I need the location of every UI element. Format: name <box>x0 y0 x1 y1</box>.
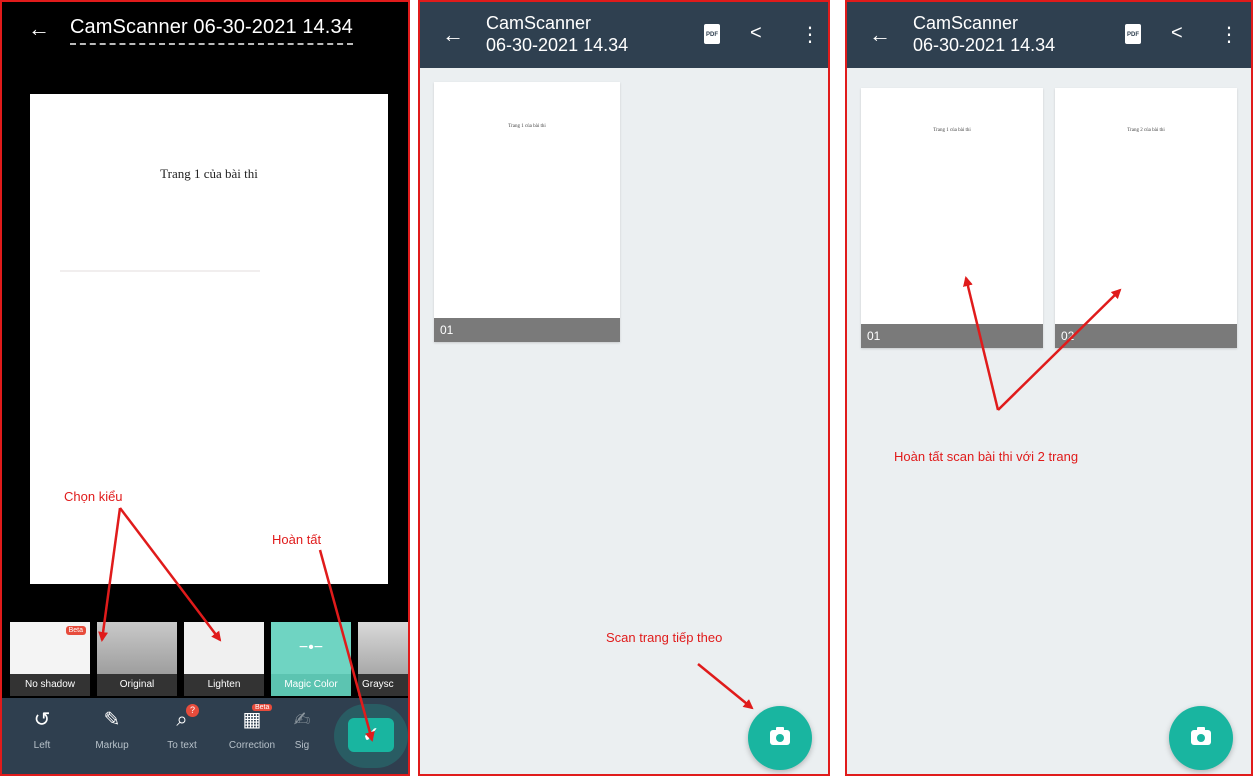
document-panel-two-pages: ← CamScanner 06-30-2021 14.34 PDF < ⋮ Tr… <box>845 0 1253 776</box>
annotation-done: Hoàn tất <box>272 532 322 547</box>
more-vert-icon[interactable]: ⋮ <box>800 22 820 47</box>
editor-panel: ← CamScanner 06-30-2021 14.34 Trang 1 củ… <box>0 0 410 776</box>
page-card[interactable]: Trang 2 của bài thi 02 <box>1055 88 1237 348</box>
pen-icon: ✎ <box>103 709 121 731</box>
page-number: 01 <box>434 318 620 342</box>
done-button[interactable]: ✓ <box>348 718 394 752</box>
tool-label: Correction <box>228 740 276 751</box>
annotation-finished: Hoàn tất scan bài thi với 2 trang <box>894 449 1079 464</box>
tool-label: Markup <box>95 740 129 751</box>
camera-fab[interactable] <box>1169 706 1233 770</box>
app-bar: ← CamScanner 06-30-2021 14.34 PDF < ⋮ <box>420 2 828 68</box>
filter-thumbnail <box>358 622 408 674</box>
check-icon: ✓ <box>361 722 381 747</box>
filter-original[interactable]: Original <box>97 622 177 696</box>
title-line-2: 06-30-2021 14.34 <box>486 35 629 55</box>
pdf-icon[interactable]: PDF <box>1125 24 1141 44</box>
camera-icon <box>1191 727 1211 745</box>
page-card-text: Trang 1 của bài thi <box>508 124 546 129</box>
tool-to-text[interactable]: ⌕ ? To text <box>150 704 214 751</box>
back-arrow-icon[interactable]: ← <box>869 22 891 48</box>
camera-icon <box>770 727 790 745</box>
page-card-text: Trang 2 của bài thi <box>1127 128 1165 133</box>
tool-label: To text <box>167 740 197 751</box>
tool-label: Sig <box>294 740 310 751</box>
page-card[interactable]: Trang 1 của bài thi 01 <box>861 88 1043 348</box>
filter-no-shadow[interactable]: Beta No shadow <box>10 622 90 696</box>
title-line-1: CamScanner <box>913 13 1019 33</box>
filter-thumbnail <box>184 622 264 674</box>
tool-rotate-left[interactable]: ↺ Left <box>10 706 74 751</box>
filter-label: Magic Color <box>271 674 351 696</box>
annotation-scan-next: Scan trang tiếp theo <box>606 630 723 645</box>
more-vert-icon[interactable]: ⋮ <box>1219 22 1239 47</box>
page-number: 02 <box>1055 324 1237 348</box>
back-arrow-icon[interactable]: ← <box>28 16 50 42</box>
tool-label: Left <box>33 740 51 751</box>
document-title: CamScanner 06-30-2021 14.34 <box>913 12 1055 56</box>
ocr-icon: ⌕ <box>176 709 188 731</box>
annotation-choose-style: Chọn kiểu <box>64 489 123 504</box>
page-preview-text: Trang 1 của bài thi <box>160 166 258 181</box>
filter-lighten[interactable]: Lighten <box>184 622 264 696</box>
share-icon[interactable]: < <box>1171 22 1183 45</box>
pdf-icon[interactable]: PDF <box>704 24 720 44</box>
faint-line <box>60 270 260 272</box>
rotate-left-icon: ↺ <box>33 709 51 731</box>
beta-badge: Beta <box>65 626 86 635</box>
filter-label: No shadow <box>10 674 90 696</box>
filter-magic-color[interactable]: −•− Magic Color <box>271 622 351 696</box>
signature-icon: ✍ <box>293 709 311 731</box>
page-preview: Trang 1 của bài thi <box>30 94 388 584</box>
page-card-text: Trang 1 của bài thi <box>933 128 971 133</box>
title-line-1: CamScanner <box>486 13 592 33</box>
filter-label: Original <box>97 674 177 696</box>
share-icon[interactable]: < <box>750 22 762 45</box>
app-bar: ← CamScanner 06-30-2021 14.34 PDF < ⋮ <box>847 2 1251 68</box>
back-arrow-icon[interactable]: ← <box>442 22 464 48</box>
editor-top-bar: ← CamScanner 06-30-2021 14.34 <box>2 2 408 62</box>
filter-thumbnail <box>97 622 177 674</box>
filter-label: Graysc <box>358 674 408 696</box>
document-panel-one-page: ← CamScanner 06-30-2021 14.34 PDF < ⋮ Tr… <box>418 0 830 776</box>
title-line-2: 06-30-2021 14.34 <box>913 35 1056 55</box>
document-title[interactable]: CamScanner 06-30-2021 14.34 <box>70 16 353 45</box>
ocr-badge: ? <box>186 704 199 717</box>
camera-fab[interactable] <box>748 706 812 770</box>
filter-label: Lighten <box>184 674 264 696</box>
slider-icon: −•− <box>271 622 351 674</box>
document-title: CamScanner 06-30-2021 14.34 <box>486 12 628 56</box>
filter-grayscale[interactable]: Graysc <box>358 622 408 696</box>
page-card[interactable]: Trang 1 của bài thi 01 <box>434 82 620 342</box>
tool-markup[interactable]: ✎ Markup <box>80 706 144 751</box>
filter-strip: Beta No shadow Original Lighten −•− Magi… <box>10 622 408 696</box>
tool-correction[interactable]: ▦ Beta Correction <box>220 704 284 751</box>
beta-badge: Beta <box>252 704 273 711</box>
tool-signature[interactable]: ✍ Sig <box>282 706 322 751</box>
page-number: 01 <box>861 324 1043 348</box>
